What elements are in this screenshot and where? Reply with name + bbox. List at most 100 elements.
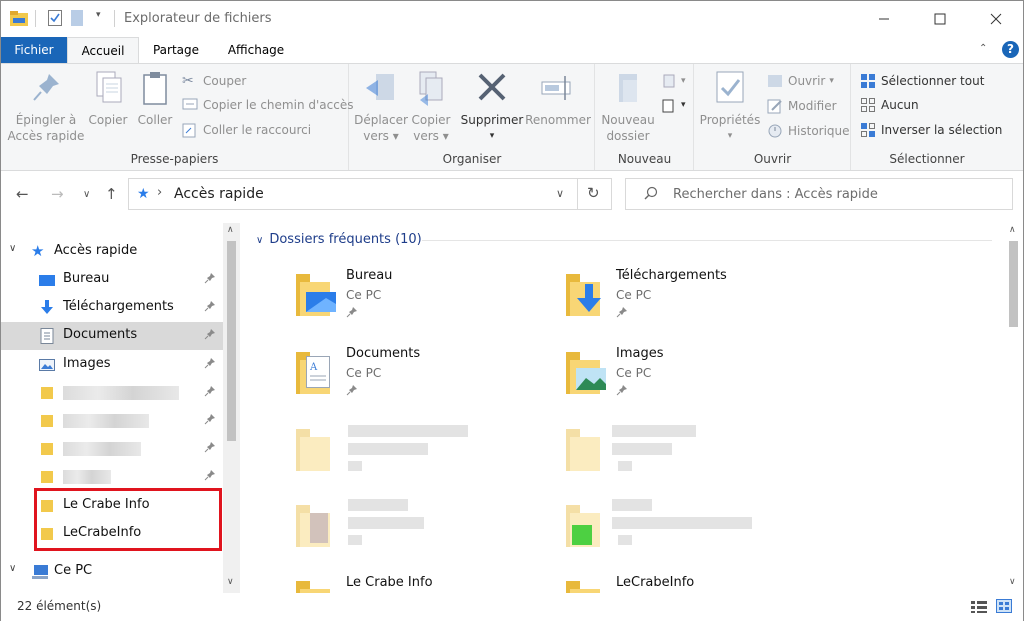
copy-to-button[interactable]: Copier vers ▾	[408, 70, 454, 144]
nav-item-bureau[interactable]: Bureau	[1, 266, 223, 294]
clipboard-group: Épingler à Accès rapide Copier Coller ✂ …	[1, 64, 353, 170]
breadcrumb[interactable]: Accès rapide	[174, 186, 264, 202]
scroll-down-icon[interactable]: ∨	[1009, 577, 1016, 587]
pictures-icon	[39, 357, 55, 373]
address-dropdown-icon[interactable]: ∨	[556, 187, 564, 200]
delete-button[interactable]: Supprimer ▾	[460, 70, 524, 144]
tile-le-crabe-info[interactable]: Le Crabe Info	[292, 575, 552, 593]
nav-this-pc[interactable]: ∨ Ce PC	[1, 558, 223, 586]
explorer-app-icon[interactable]	[10, 10, 28, 26]
properties-quick-icon[interactable]	[48, 10, 62, 26]
move-to-icon	[364, 70, 398, 106]
tab-file[interactable]: Fichier	[1, 37, 67, 63]
content-scrollbar[interactable]: ∧ ∨	[1005, 223, 1022, 593]
scroll-down-icon[interactable]: ∨	[227, 577, 234, 587]
tile-telechargements[interactable]: Téléchargements Ce PC	[562, 268, 822, 338]
search-box[interactable]: Rechercher dans : Accès rapide	[625, 178, 1013, 210]
nav-item-telechargements[interactable]: Téléchargements	[1, 294, 223, 322]
scrollbar-thumb[interactable]	[1009, 241, 1018, 327]
nav-scrollbar[interactable]: ∧ ∨	[223, 223, 240, 593]
folder-icon	[39, 385, 55, 401]
search-input[interactable]: Rechercher dans : Accès rapide	[673, 187, 878, 202]
nav-item-blurred[interactable]	[1, 379, 223, 407]
breadcrumb-chevron-icon[interactable]: ›	[157, 185, 162, 200]
select-none-button[interactable]: Aucun	[860, 97, 919, 113]
tile-blurred[interactable]	[292, 499, 552, 569]
help-icon[interactable]: ?	[1002, 41, 1019, 58]
history-icon	[767, 123, 783, 139]
expand-chevron-icon[interactable]: ∨	[9, 563, 16, 574]
nav-item-blurred[interactable]	[1, 435, 223, 463]
nav-item-blurred[interactable]	[1, 463, 223, 491]
pin-icon	[204, 357, 216, 371]
nav-item-images[interactable]: Images	[1, 351, 223, 379]
copy-path-button[interactable]: Copier le chemin d'accès	[182, 97, 353, 113]
copy-button[interactable]: Copier	[87, 70, 129, 128]
content-pane: ∨ Dossiers fréquents (10) Bureau Ce PC Té…	[242, 223, 1024, 593]
new-item-icon	[660, 73, 676, 89]
expand-chevron-icon[interactable]: ∨	[9, 243, 16, 254]
nav-item-blurred[interactable]	[1, 407, 223, 435]
new-folder-button[interactable]: Nouveau dossier	[598, 70, 658, 144]
new-folder-quick-icon[interactable]	[71, 10, 83, 26]
pin-icon	[346, 384, 358, 399]
select-all-icon	[860, 73, 876, 89]
move-to-button[interactable]: Déplacer vers ▾	[354, 70, 408, 144]
easy-access-button[interactable]: ▾	[660, 97, 686, 113]
details-view-icon[interactable]	[971, 601, 987, 616]
minimize-button[interactable]	[861, 1, 907, 37]
properties-button[interactable]: Propriétés ▾	[697, 70, 763, 144]
edit-button[interactable]: Modifier	[767, 98, 837, 114]
scroll-up-icon[interactable]: ∧	[227, 225, 234, 235]
history-button[interactable]: Historique	[767, 123, 850, 139]
pin-icon	[204, 413, 216, 427]
desktop-icon	[39, 272, 55, 288]
pin-to-quick-access-button[interactable]: Épingler à Accès rapide	[7, 70, 85, 144]
address-bar[interactable]: ★ › Accès rapide ∨ ↻	[128, 178, 612, 210]
back-arrow-icon[interactable]: ←	[16, 185, 29, 203]
group-header[interactable]: ∨ Dossiers fréquents (10)	[256, 232, 422, 247]
tile-bureau[interactable]: Bureau Ce PC	[292, 268, 552, 338]
close-button[interactable]	[973, 1, 1019, 37]
rename-icon	[541, 70, 575, 106]
recent-locations-chevron-icon[interactable]: ∨	[83, 189, 90, 200]
pin-icon	[616, 306, 628, 321]
large-icons-view-icon[interactable]	[996, 599, 1012, 616]
tile-blurred[interactable]	[562, 423, 822, 493]
nav-quick-access[interactable]: ∨ ★ Accès rapide	[1, 238, 223, 266]
tab-share[interactable]: Partage	[145, 37, 207, 63]
copy-to-icon	[414, 70, 448, 106]
up-arrow-icon[interactable]: ↑	[105, 185, 118, 203]
item-count: 22 élément(s)	[17, 599, 102, 613]
tab-home[interactable]: Accueil	[67, 37, 139, 63]
nav-item-documents[interactable]: Documents	[1, 322, 223, 350]
maximize-button[interactable]	[917, 1, 963, 37]
tile-lecrabeinfo[interactable]: LeCrabeInfo	[562, 575, 822, 593]
downloads-folder-icon	[562, 268, 606, 316]
paste-button[interactable]: Coller	[134, 70, 176, 128]
scrollbar-thumb[interactable]	[227, 241, 236, 441]
select-all-button[interactable]: Sélectionner tout	[860, 73, 984, 89]
tile-blurred[interactable]	[562, 499, 822, 569]
tab-view[interactable]: Affichage	[223, 37, 289, 63]
clipboard-group-label: Presse-papiers	[130, 152, 219, 166]
scroll-up-icon[interactable]: ∧	[1009, 225, 1016, 235]
tile-documents[interactable]: A Documents Ce PC	[292, 346, 552, 416]
forward-arrow-icon[interactable]: →	[51, 185, 64, 203]
new-item-button[interactable]: ▾	[660, 73, 686, 89]
invert-selection-button[interactable]: Inverser la sélection	[860, 122, 1002, 138]
paste-shortcut-button[interactable]: Coller le raccourci	[182, 122, 311, 138]
open-button[interactable]: Ouvrir ▾	[767, 73, 834, 89]
download-arrow-icon	[39, 300, 55, 316]
cut-button[interactable]: ✂ Couper	[182, 73, 246, 89]
new-folder-icon	[611, 70, 645, 106]
documents-folder-icon: A	[292, 346, 336, 394]
easy-access-icon	[660, 97, 676, 113]
customize-quick-access-icon[interactable]: ▾	[96, 10, 101, 20]
refresh-icon[interactable]: ↻	[587, 184, 600, 202]
organize-group: Déplacer vers ▾ Copier vers ▾ Supprimer …	[350, 64, 595, 170]
tile-blurred[interactable]	[292, 423, 552, 493]
rename-button[interactable]: Renommer	[525, 70, 591, 128]
tile-images[interactable]: Images Ce PC	[562, 346, 822, 416]
chevron-up-icon[interactable]: ⌃	[979, 43, 987, 54]
